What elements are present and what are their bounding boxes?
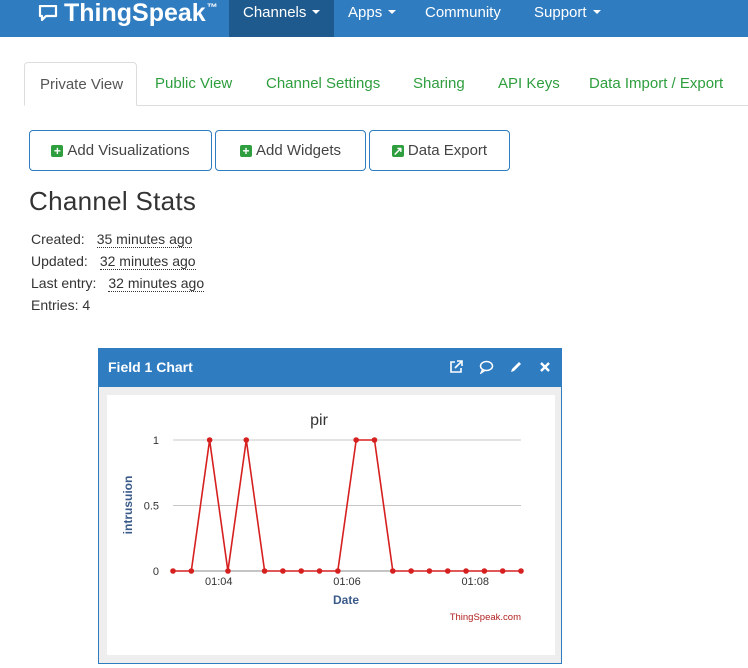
comment-icon[interactable] xyxy=(478,359,494,375)
data-export-label: Data Export xyxy=(407,142,488,159)
data-point[interactable] xyxy=(444,568,451,574)
data-point[interactable] xyxy=(408,568,414,574)
tab-api-keys[interactable]: API Keys xyxy=(483,62,575,105)
channel-stats-title: Channel Stats xyxy=(29,186,197,216)
stat-updated-value: 32 minutes ago xyxy=(99,253,196,270)
x-tick-label: 01:04 xyxy=(205,576,233,588)
data-point[interactable] xyxy=(389,568,396,574)
stat-last-entry: Last entry: 32 minutes ago xyxy=(31,275,205,292)
brand-logo[interactable]: ThingSpeak ™ xyxy=(38,0,218,27)
data-point[interactable] xyxy=(426,568,433,574)
tab-channel-settings[interactable]: Channel Settings xyxy=(251,62,395,105)
speech-bubble-icon xyxy=(38,5,58,21)
data-point[interactable] xyxy=(518,568,524,574)
data-point[interactable] xyxy=(170,568,176,574)
plus-icon: + xyxy=(239,144,252,157)
caret-down-icon xyxy=(312,10,321,15)
add-widgets-button[interactable]: + Add Widgets xyxy=(215,130,366,171)
y-axis-label: intrusuion xyxy=(121,476,135,535)
brand-trademark: ™ xyxy=(206,2,218,14)
export-arrow-icon: ↗ xyxy=(391,143,404,158)
data-point[interactable] xyxy=(499,568,506,574)
stat-created: Created: 35 minutes ago xyxy=(31,231,193,248)
x-axis-label: Date xyxy=(333,593,359,607)
data-point[interactable] xyxy=(188,568,195,574)
data-point[interactable] xyxy=(353,437,359,443)
stat-updated-label: Updated: xyxy=(31,253,88,269)
add-widgets-label: Add Widgets xyxy=(255,142,342,159)
stat-last-entry-label: Last entry: xyxy=(31,275,97,291)
nav-apps-label: Apps xyxy=(348,4,383,21)
stat-entries: Entries: 4 xyxy=(31,297,91,313)
y-tick-labels: 00.51 xyxy=(144,435,159,578)
panel-body: pir intrusuion Date ThingSpeak.com 0 0.5 1… xyxy=(99,387,561,663)
y-tick-label: 0.5 xyxy=(144,501,159,513)
channel-tabs: Private View Public View Channel Setting… xyxy=(24,62,748,106)
chart-title: pir xyxy=(310,412,328,429)
data-point[interactable] xyxy=(243,437,250,443)
stat-updated: Updated: 32 minutes ago xyxy=(31,253,196,270)
caret-down-icon xyxy=(388,10,397,15)
data-point[interactable] xyxy=(316,568,323,574)
nav-channels[interactable]: Channels xyxy=(229,0,334,37)
tab-private-view[interactable]: Private View xyxy=(24,62,137,106)
data-point[interactable] xyxy=(261,568,268,574)
x-tick-labels: 01:04 01:06 01:08 xyxy=(205,576,489,588)
external-link-icon[interactable] xyxy=(448,359,464,375)
caret-down-icon xyxy=(592,10,601,15)
data-point[interactable] xyxy=(280,568,286,574)
data-point[interactable] xyxy=(481,568,488,574)
tab-public-view[interactable]: Public View xyxy=(140,62,247,105)
nav-community-label: Community xyxy=(425,4,501,21)
data-point[interactable] xyxy=(225,568,231,574)
stat-created-value: 35 minutes ago xyxy=(96,231,193,248)
nav-apps[interactable]: Apps xyxy=(334,0,410,37)
field-1-chart-panel: Field 1 Chart pir intrusuion Date ThingS… xyxy=(98,348,562,664)
tab-data-import-export[interactable]: Data Import / Export xyxy=(574,62,738,105)
nav-support[interactable]: Support xyxy=(520,0,615,37)
pir-line-chart: pir intrusuion Date ThingSpeak.com 00.51… xyxy=(121,412,524,623)
data-point[interactable] xyxy=(206,437,213,443)
plus-icon: + xyxy=(51,144,64,157)
add-visualizations-label: Add Visualizations xyxy=(67,142,190,159)
chart-credit[interactable]: ThingSpeak.com xyxy=(450,612,521,623)
y-tick-label: 1 xyxy=(153,435,159,447)
nav-support-label: Support xyxy=(534,4,587,21)
data-export-button[interactable]: ↗ Data Export xyxy=(369,130,510,171)
data-point[interactable] xyxy=(371,437,378,443)
data-point[interactable] xyxy=(335,568,341,574)
panel-header: Field 1 Chart xyxy=(99,349,561,387)
close-icon[interactable] xyxy=(537,359,553,375)
stat-last-entry-value: 32 minutes ago xyxy=(108,275,205,292)
chart-area: pir intrusuion Date ThingSpeak.com 0 0.5 1… xyxy=(107,395,555,655)
add-visualizations-button[interactable]: + Add Visualizations xyxy=(29,130,212,171)
y-tick-label: 0 xyxy=(153,566,159,578)
nav-community[interactable]: Community xyxy=(411,0,515,37)
top-navbar: ThingSpeak ™ Channels Apps Community Supp… xyxy=(0,0,748,37)
panel-title: Field 1 Chart xyxy=(108,359,193,375)
brand-name: ThingSpeak xyxy=(64,0,206,27)
x-tick-label: 01:06 xyxy=(333,576,361,588)
data-point[interactable] xyxy=(463,568,469,574)
pencil-icon[interactable] xyxy=(508,359,524,375)
tab-sharing[interactable]: Sharing xyxy=(398,62,480,105)
data-point[interactable] xyxy=(298,568,305,574)
stat-created-label: Created: xyxy=(31,231,85,247)
nav-channels-label: Channels xyxy=(243,4,307,21)
x-tick-label: 01:08 xyxy=(461,576,489,588)
